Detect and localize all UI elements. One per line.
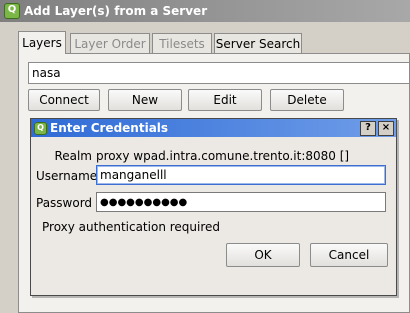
connect-button-label: Connect <box>39 93 89 107</box>
ok-button-label: OK <box>254 248 272 262</box>
qgis-dialog-icon: Q <box>34 121 47 135</box>
password-field[interactable]: ●●●●●●●●●● <box>96 192 386 212</box>
tab-layers-label: Layers <box>22 36 62 50</box>
ok-button[interactable]: OK <box>226 243 300 267</box>
tab-server-search-label: Server Search <box>215 36 301 51</box>
edit-button-label: Edit <box>213 93 237 107</box>
realm-value: proxy wpad.intra.comune.trento.it:8080 [… <box>96 149 350 163</box>
dialog-title: Enter Credentials <box>50 121 169 135</box>
cancel-button[interactable]: Cancel <box>310 243 388 267</box>
realm-label: Realm <box>54 149 92 163</box>
tab-tilesets[interactable]: Tilesets <box>152 33 212 53</box>
tab-layers[interactable]: Layers <box>18 31 66 54</box>
connect-button[interactable]: Connect <box>28 89 100 111</box>
username-field[interactable]: manganelll <box>96 165 386 185</box>
new-button-label: New <box>131 93 159 107</box>
delete-button[interactable]: Delete <box>270 89 344 111</box>
qgis-app-icon: Q <box>4 3 20 19</box>
delete-button-label: Delete <box>287 93 327 107</box>
help-icon[interactable]: ? <box>360 120 376 136</box>
password-masked-value: ●●●●●●●●●● <box>100 196 188 208</box>
tab-layer-order-label: Layer Order <box>74 36 146 51</box>
tab-server-search[interactable]: Server Search <box>214 33 302 53</box>
tab-tilesets-label: Tilesets <box>159 36 205 51</box>
edit-button[interactable]: Edit <box>188 89 262 111</box>
window-titlebar[interactable]: Q Add Layer(s) from a Server <box>0 0 410 22</box>
username-label: Username <box>36 169 98 183</box>
username-value: manganelll <box>100 168 167 182</box>
connection-select[interactable]: nasa <box>28 62 410 84</box>
connection-select-value: nasa <box>32 66 61 80</box>
close-icon[interactable]: × <box>378 120 394 136</box>
auth-message: Proxy authentication required <box>42 220 221 234</box>
dialog-titlebar[interactable]: Q Enter Credentials ? × <box>31 119 396 137</box>
new-button[interactable]: New <box>108 89 182 111</box>
password-label: Password <box>36 196 93 210</box>
window-title: Add Layer(s) from a Server <box>24 4 208 18</box>
tab-layer-order[interactable]: Layer Order <box>70 33 150 53</box>
cancel-button-label: Cancel <box>328 248 370 262</box>
